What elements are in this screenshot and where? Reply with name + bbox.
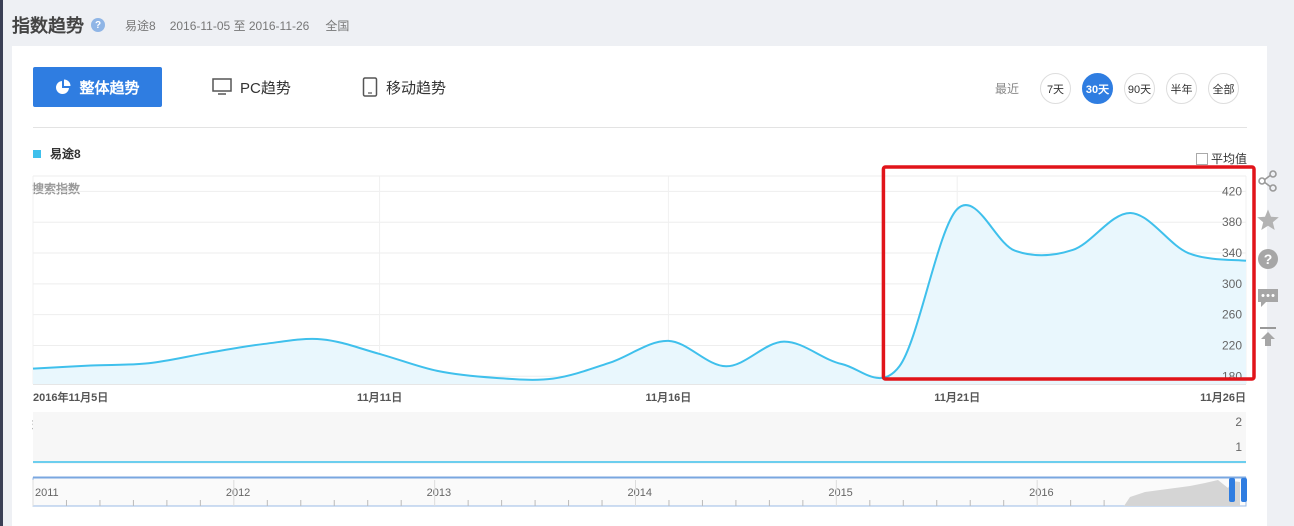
date-range-label: 2016-11-05 至 2016-11-26 [169, 18, 310, 33]
region-label: 全国 [325, 18, 350, 33]
side-toolbar: ? [1255, 168, 1281, 363]
question-icon: ? [1258, 249, 1278, 269]
monitor-icon [212, 78, 232, 95]
share-tool[interactable] [1255, 168, 1281, 194]
pie-chart-icon [56, 79, 71, 94]
legend-swatch [33, 149, 41, 158]
comment-tool[interactable] [1255, 285, 1281, 311]
tab-pc-trend[interactable]: PC趋势 [212, 67, 291, 107]
average-checkbox[interactable] [1196, 152, 1208, 165]
svg-text:?: ? [1264, 251, 1273, 267]
window-frame [0, 0, 3, 526]
share-icon [1258, 170, 1277, 192]
range-all-button[interactable]: 全部 [1208, 73, 1239, 104]
range-half-year-button[interactable]: 半年 [1166, 73, 1197, 104]
page-header: 指数趋势 ? 易途8 2016-11-05 至 2016-11-26 全国 [12, 10, 349, 40]
media-index-label: 媒体指数 [32, 417, 81, 431]
page-title: 指数趋势 [12, 16, 84, 36]
tab-pc-label: PC趋势 [240, 79, 291, 97]
search-index-label: 搜索指数 [32, 182, 81, 196]
keyword-label: 易途8 [125, 18, 156, 33]
range-7d-button[interactable]: 7天 [1040, 73, 1071, 104]
range-label: 最近 [995, 82, 1020, 96]
legend-series-name: 易途8 [50, 147, 81, 161]
favorite-tool[interactable] [1255, 207, 1281, 233]
help-icon[interactable]: ? [91, 18, 105, 32]
watermark: © index.baidu.com [33, 372, 116, 383]
comment-icon [1258, 289, 1278, 307]
average-toggle[interactable]: 平均值 [1196, 150, 1247, 167]
back-to-top-icon [1260, 327, 1276, 346]
trend-panel: 整体趋势 PC趋势 移动趋势 最近 7天 30天 90天 半年 全部 易途8 平… [12, 46, 1267, 526]
star-icon [1257, 209, 1279, 230]
tab-overall-label: 整体趋势 [79, 79, 140, 97]
range-90d-button[interactable]: 90天 [1124, 73, 1155, 104]
tablet-icon [362, 77, 378, 97]
help-tool[interactable]: ? [1255, 246, 1281, 272]
header-divider [33, 127, 1247, 128]
back-to-top-tool[interactable] [1255, 324, 1281, 350]
average-label: 平均值 [1211, 152, 1248, 166]
tab-mobile-label: 移动趋势 [386, 79, 447, 97]
range-30d-button[interactable]: 30天 [1082, 73, 1113, 104]
tab-mobile-trend[interactable]: 移动趋势 [362, 67, 446, 107]
tab-overall-trend[interactable]: 整体趋势 [33, 67, 162, 107]
chart-legend[interactable]: 易途8 [33, 145, 81, 162]
